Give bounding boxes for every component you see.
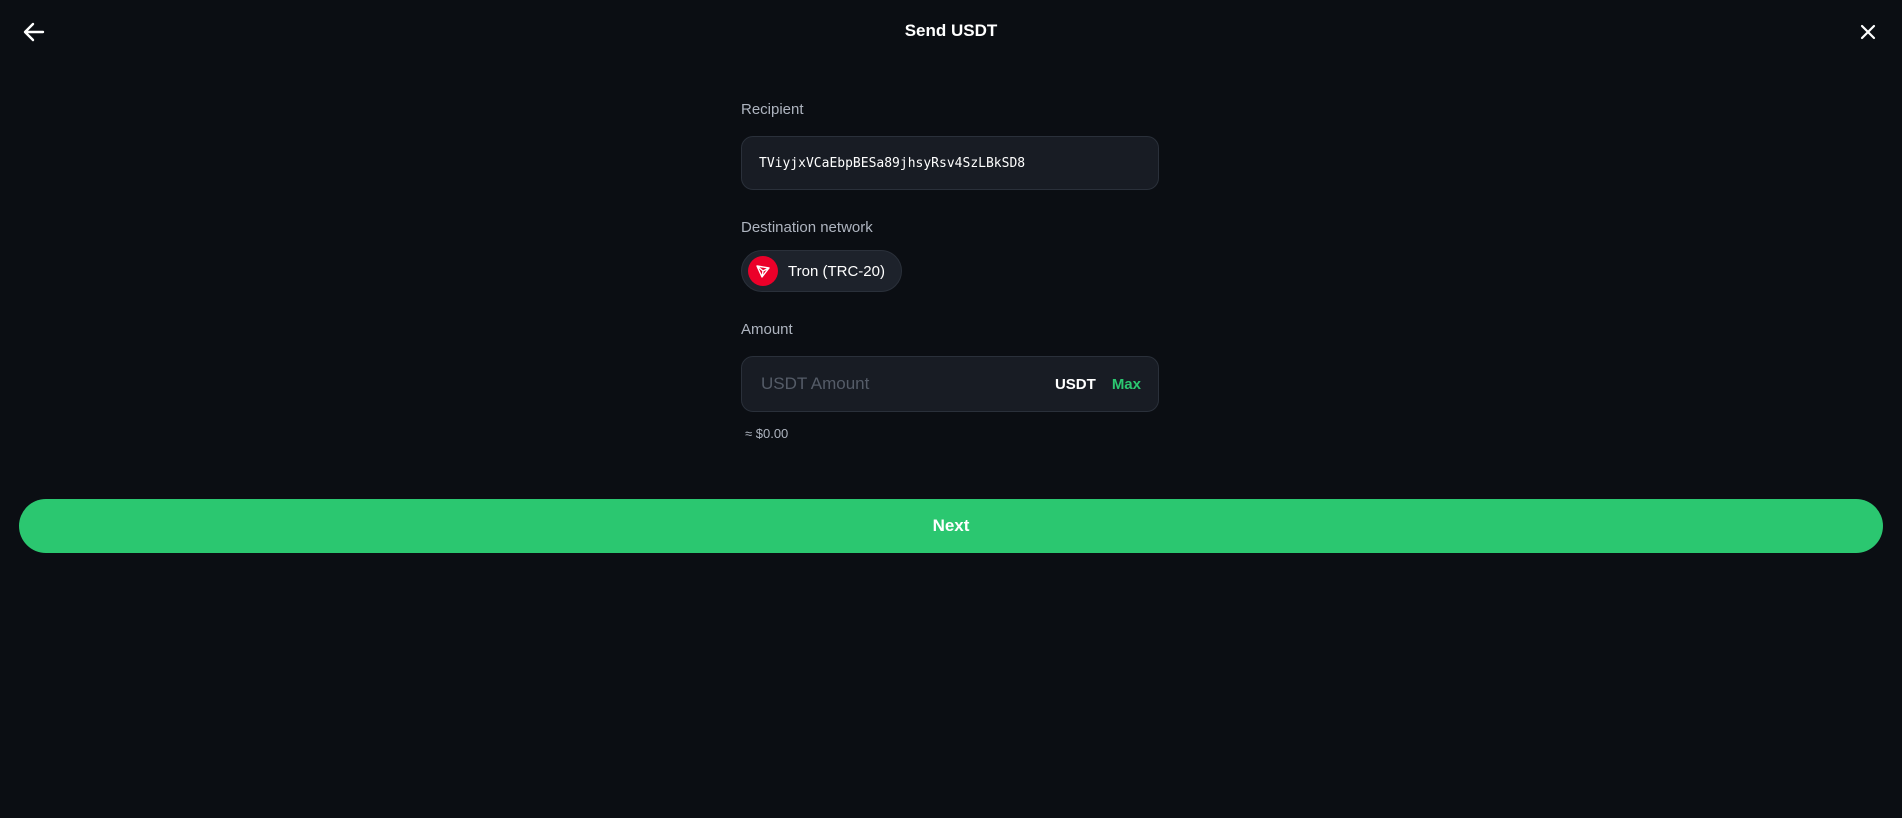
network-selector[interactable]: Tron (TRC-20) <box>741 250 902 292</box>
amount-input[interactable] <box>759 373 1055 395</box>
max-button[interactable]: Max <box>1112 376 1141 393</box>
close-icon <box>1860 24 1876 40</box>
amount-field-container: USDT Max <box>741 356 1159 412</box>
send-form: Recipient TViyjxVCaEbpBESa89jhsyRsv4SzLB… <box>741 100 1161 441</box>
next-button[interactable]: Next <box>19 499 1883 553</box>
amount-unit: USDT <box>1054 375 1096 393</box>
network-name: Tron (TRC-20) <box>788 262 885 280</box>
recipient-label: Recipient <box>741 101 804 118</box>
close-button[interactable] <box>1852 18 1884 46</box>
fiat-estimate: ≈ $0.00 <box>745 426 789 441</box>
page-title: Send USDT <box>904 21 998 40</box>
amount-label: Amount <box>741 321 793 338</box>
tron-icon <box>748 256 778 286</box>
recipient-address: TViyjxVCaEbpBESa89jhsyRsv4SzLBkSD8 <box>759 155 1026 171</box>
recipient-field[interactable]: TViyjxVCaEbpBESa89jhsyRsv4SzLBkSD8 <box>741 136 1159 190</box>
header: Send USDT <box>0 0 1902 64</box>
network-label: Destination network <box>741 219 873 236</box>
